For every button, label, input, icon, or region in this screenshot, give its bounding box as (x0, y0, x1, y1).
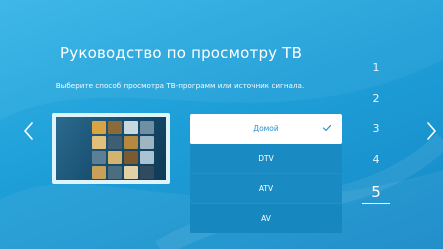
tv-program-thumbnail (56, 117, 166, 180)
chevron-left-icon[interactable] (17, 116, 39, 146)
source-option-av[interactable]: AV (190, 204, 342, 233)
current-step-underline (362, 203, 390, 204)
source-option-label: AV (261, 214, 271, 223)
source-option-home[interactable]: Домой (190, 114, 342, 144)
source-option-label: ATV (258, 184, 274, 193)
source-option-list: Домой DTV ATV AV (190, 114, 342, 233)
preview-thumbnail (52, 113, 170, 184)
current-step-number: 5 (371, 183, 381, 201)
step-number: 2 (372, 92, 380, 105)
checkmark-icon (322, 124, 332, 132)
source-option-dtv[interactable]: DTV (190, 144, 342, 174)
step-number: 1 (372, 61, 380, 74)
page-title: Руководство по просмотру ТВ (60, 44, 303, 62)
source-option-label: Домой (253, 124, 279, 133)
page-subtitle: Выберите способ просмотра ТВ-программ ил… (55, 81, 305, 90)
source-option-label: DTV (258, 154, 274, 163)
step-number: 3 (372, 122, 380, 135)
chevron-right-icon[interactable] (421, 116, 443, 146)
step-number: 4 (372, 153, 380, 166)
source-option-atv[interactable]: ATV (190, 174, 342, 204)
